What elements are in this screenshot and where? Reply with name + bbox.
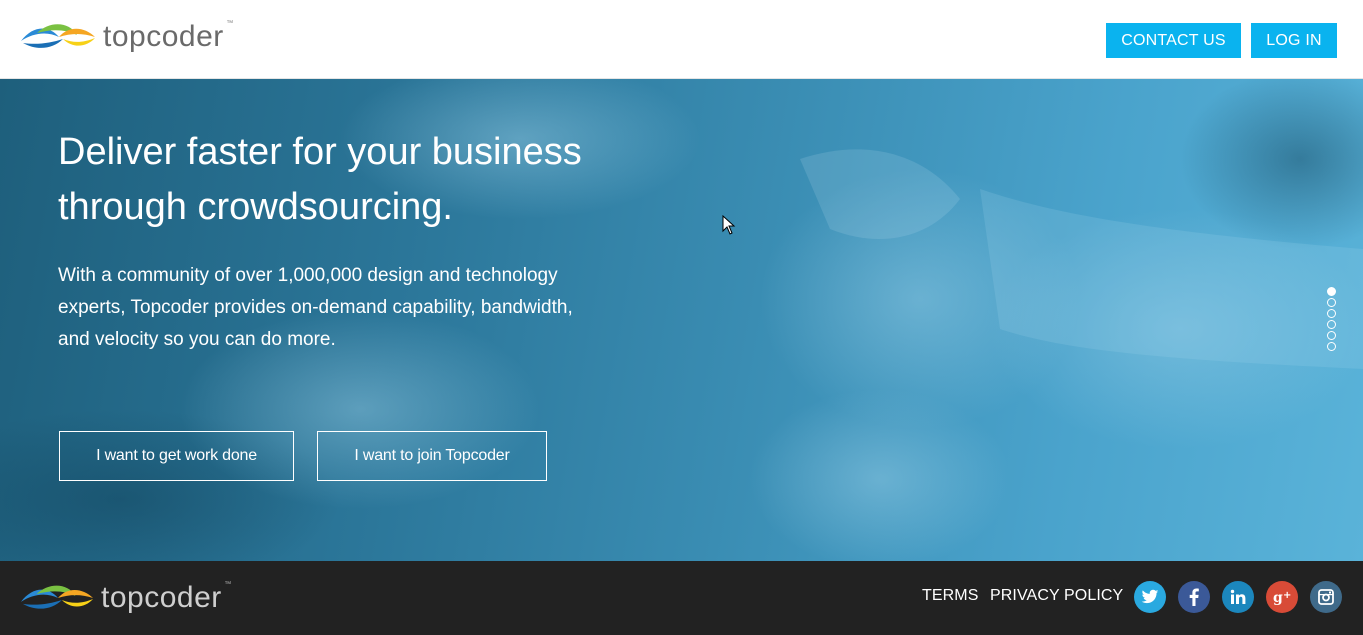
carousel-dot-4[interactable] <box>1327 320 1336 329</box>
topcoder-logo[interactable]: topcoder ™ <box>19 20 234 53</box>
join-topcoder-button[interactable]: I want to join Topcoder <box>317 431 547 481</box>
privacy-policy-link[interactable]: PRIVACY POLICY <box>990 587 1123 605</box>
site-footer: topcoder ™ TERMS PRIVACY POLICY g + <box>0 561 1363 635</box>
carousel-dot-3[interactable] <box>1327 309 1336 318</box>
carousel-dot-5[interactable] <box>1327 331 1336 340</box>
topcoder-wordmark: topcoder ™ <box>101 581 232 614</box>
log-in-button[interactable]: LOG IN <box>1251 23 1337 58</box>
twitter-icon[interactable] <box>1134 581 1166 613</box>
svg-text:g: g <box>1273 590 1283 605</box>
linkedin-icon[interactable] <box>1222 581 1254 613</box>
carousel-dot-2[interactable] <box>1327 298 1336 307</box>
instagram-icon[interactable] <box>1310 581 1342 613</box>
carousel-dot-1[interactable] <box>1327 287 1336 296</box>
topcoder-logo-mark-icon <box>21 24 95 48</box>
footer-topcoder-logo[interactable]: topcoder ™ <box>19 581 232 614</box>
hero-banner: Deliver faster for your business through … <box>0 79 1363 561</box>
carousel-pagination <box>1327 287 1337 353</box>
hero-title: Deliver faster for your business through … <box>58 131 582 228</box>
get-work-done-button[interactable]: I want to get work done <box>59 431 294 481</box>
terms-link[interactable]: TERMS <box>922 587 979 605</box>
google-plus-icon[interactable]: g + <box>1266 581 1298 613</box>
topcoder-logo-mark-icon <box>20 585 94 609</box>
site-header: topcoder ™ CONTACT US LOG IN <box>0 0 1363 79</box>
topcoder-wordmark: topcoder ™ <box>103 20 234 53</box>
svg-text:+: + <box>1283 590 1291 601</box>
hero-subtitle: With a community of over 1,000,000 desig… <box>58 265 573 350</box>
mouse-pointer-icon <box>722 215 736 235</box>
carousel-dot-6[interactable] <box>1327 342 1336 351</box>
contact-us-button[interactable]: CONTACT US <box>1106 23 1241 58</box>
facebook-icon[interactable] <box>1178 581 1210 613</box>
